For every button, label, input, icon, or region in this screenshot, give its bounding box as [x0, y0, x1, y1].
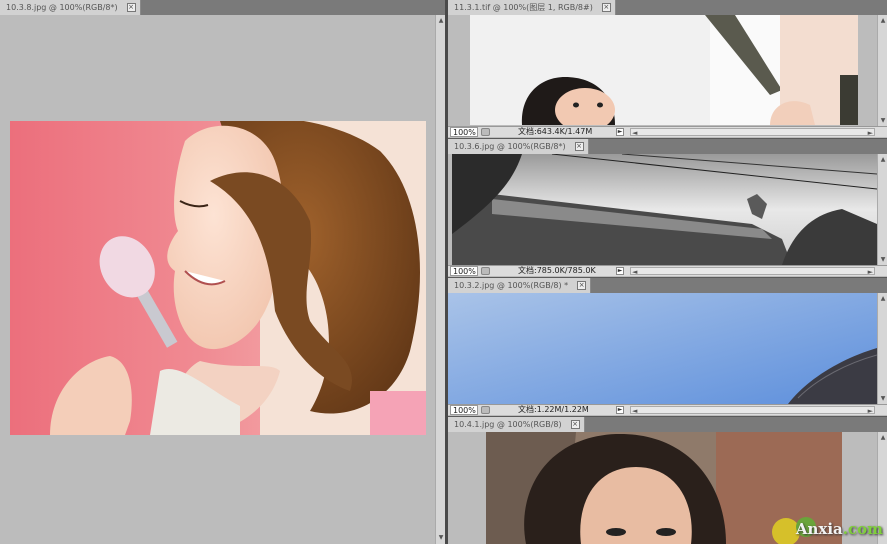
document-window-10-3-2: 10.3.2.jpg @ 100%(RGB/8) * × ▲ ▼ 100% 文档…: [448, 278, 887, 416]
photo-woman-portrait: [486, 432, 842, 544]
tab-bar: 10.3.8.jpg @ 100%(RGB/8*) ×: [0, 0, 445, 15]
watermark-text: Anxia: [795, 520, 843, 538]
tab-10-3-2[interactable]: 10.3.2.jpg @ 100%(RGB/8) * ×: [448, 278, 592, 293]
scroll-right-icon[interactable]: ►: [868, 406, 873, 416]
zoom-field[interactable]: 100%: [450, 405, 478, 415]
photo-temple-roof: [452, 154, 877, 265]
status-menu-arrow-icon[interactable]: ►: [616, 128, 624, 136]
canvas-image-sky[interactable]: [448, 293, 877, 404]
status-info-icon[interactable]: [481, 128, 490, 136]
scroll-up-icon[interactable]: ▲: [879, 434, 887, 442]
tab-title: 10.4.1.jpg @ 100%(RGB/8): [454, 420, 562, 429]
horizontal-scrollbar[interactable]: ◄ ►: [630, 406, 875, 416]
close-icon[interactable]: ×: [126, 3, 136, 12]
photo-makeup-woman: [10, 121, 426, 435]
close-icon[interactable]: ×: [574, 142, 584, 151]
canvas-image-child[interactable]: [470, 15, 858, 125]
tab-bar: 10.3.6.jpg @ 100%(RGB/8*) ×: [448, 139, 887, 154]
status-info-icon[interactable]: [481, 406, 490, 414]
scroll-left-icon[interactable]: ◄: [632, 267, 637, 277]
canvas-image-woman-makeup-brush[interactable]: [10, 121, 426, 435]
scroll-down-icon[interactable]: ▼: [437, 534, 445, 542]
vertical-scrollbar[interactable]: ▲ ▼: [877, 154, 887, 266]
canvas-image-temple-roof[interactable]: [452, 154, 877, 265]
status-bar: 100% 文档:1.22M/1.22M ► ◄ ►: [448, 404, 887, 415]
scroll-up-icon[interactable]: ▲: [879, 17, 887, 25]
status-bar: 100% 文档:643.4K/1.47M ► ◄ ►: [448, 126, 887, 137]
tab-title: 11.3.1.tif @ 100%(图层 1, RGB/8#): [454, 3, 593, 12]
scroll-up-icon[interactable]: ▲: [879, 156, 887, 164]
watermark-suffix: .com: [842, 520, 883, 538]
horizontal-scrollbar[interactable]: ◄ ►: [630, 267, 875, 277]
photo-blue-sky: [448, 293, 877, 404]
document-window-11-3-1: 11.3.1.tif @ 100%(图层 1, RGB/8#) × ▲ ▼ 10…: [448, 0, 887, 138]
status-menu-arrow-icon[interactable]: ►: [616, 267, 624, 275]
tab-10-3-8[interactable]: 10.3.8.jpg @ 100%(RGB/8*) ×: [0, 0, 141, 15]
tab-title: 10.3.2.jpg @ 100%(RGB/8) *: [454, 281, 569, 290]
vertical-scrollbar[interactable]: ▲ ▼: [435, 15, 445, 544]
scroll-down-icon[interactable]: ▼: [879, 256, 887, 264]
tab-title: 10.3.8.jpg @ 100%(RGB/8*): [6, 3, 118, 12]
status-info-icon[interactable]: [481, 267, 490, 275]
document-size-readout: 文档:643.4K/1.47M: [518, 127, 593, 136]
close-icon[interactable]: ×: [601, 3, 611, 12]
close-icon[interactable]: ×: [570, 420, 580, 429]
tab-bar: 10.3.2.jpg @ 100%(RGB/8) * ×: [448, 278, 887, 293]
scroll-down-icon[interactable]: ▼: [879, 117, 887, 125]
horizontal-scrollbar[interactable]: ◄ ►: [630, 128, 875, 138]
document-size-readout: 文档:785.0K/785.0K: [518, 266, 596, 275]
status-menu-arrow-icon[interactable]: ►: [616, 406, 624, 414]
scroll-up-icon[interactable]: ▲: [437, 17, 445, 25]
document-size-readout: 文档:1.22M/1.22M: [518, 405, 589, 414]
close-icon[interactable]: ×: [577, 281, 587, 290]
vertical-scrollbar[interactable]: ▲ ▼: [877, 293, 887, 405]
scroll-right-icon[interactable]: ►: [868, 128, 873, 138]
watermark: Anxia.com: [796, 520, 883, 538]
scroll-left-icon[interactable]: ◄: [632, 128, 637, 138]
tab-11-3-1[interactable]: 11.3.1.tif @ 100%(图层 1, RGB/8#) ×: [448, 0, 616, 15]
document-window-10-3-8: 10.3.8.jpg @ 100%(RGB/8*) × ▲ ▼: [0, 0, 445, 544]
scroll-down-icon[interactable]: ▼: [879, 395, 887, 403]
zoom-field[interactable]: 100%: [450, 266, 478, 276]
document-window-10-4-1: 10.4.1.jpg @ 100%(RGB/8) × ▲ Anxia.com: [448, 417, 887, 544]
tab-bar: 11.3.1.tif @ 100%(图层 1, RGB/8#) ×: [448, 0, 887, 15]
scroll-up-icon[interactable]: ▲: [879, 295, 887, 303]
tab-10-4-1[interactable]: 10.4.1.jpg @ 100%(RGB/8) ×: [448, 417, 585, 432]
tab-title: 10.3.6.jpg @ 100%(RGB/8*): [454, 142, 566, 151]
photo-child: [470, 15, 858, 125]
canvas-image-portrait[interactable]: [486, 432, 842, 544]
tab-bar: 10.4.1.jpg @ 100%(RGB/8) ×: [448, 417, 887, 432]
status-bar: 100% 文档:785.0K/785.0K ► ◄ ►: [448, 265, 887, 276]
vertical-scrollbar[interactable]: ▲ ▼: [877, 15, 887, 127]
zoom-field[interactable]: 100%: [450, 127, 478, 137]
tab-10-3-6[interactable]: 10.3.6.jpg @ 100%(RGB/8*) ×: [448, 139, 589, 154]
document-window-10-3-6: 10.3.6.jpg @ 100%(RGB/8*) × ▲ ▼ 100% 文档:…: [448, 139, 887, 277]
scroll-left-icon[interactable]: ◄: [632, 406, 637, 416]
scroll-right-icon[interactable]: ►: [868, 267, 873, 277]
